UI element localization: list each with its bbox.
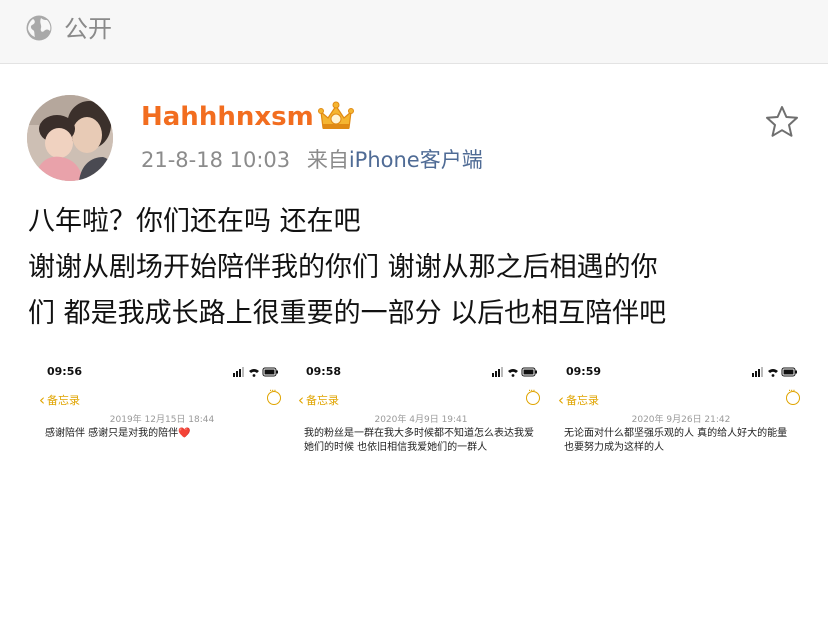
avatar-image bbox=[27, 95, 113, 181]
source-prefix: 来自 bbox=[306, 148, 349, 172]
star-icon[interactable] bbox=[764, 104, 800, 140]
chevron-left-icon: ‹ bbox=[558, 391, 564, 409]
attached-image[interactable]: 09:58 ‹备忘录 2020年 4月9日 19:41 我的粉丝是一群在我大多时… bbox=[292, 358, 550, 638]
visibility-label: 公开 bbox=[64, 15, 112, 43]
note-date: 2020年 4月9日 19:41 bbox=[374, 415, 468, 425]
notes-back-button[interactable]: ‹ 备忘录 bbox=[298, 391, 339, 409]
notes-back-button[interactable]: ‹ 备忘录 bbox=[558, 391, 599, 409]
post-date: 21-8-18 10:03 bbox=[141, 148, 291, 172]
post-text-line: 八年啦？你们还在吗 还在吧 bbox=[28, 206, 361, 237]
chevron-left-icon: ‹ bbox=[39, 391, 45, 409]
attached-image[interactable]: 09:56 ‹备忘录 2019年 12月15日 18:44 感谢陪伴 感谢只是对… bbox=[33, 358, 291, 638]
post-text-line: 谢谢从剧场开始陪伴我的你们 谢谢从那之后相遇的你 bbox=[28, 252, 658, 283]
status-time: 09:56 bbox=[47, 365, 83, 378]
more-icon[interactable] bbox=[786, 386, 800, 405]
chevron-left-icon: ‹ bbox=[298, 391, 304, 409]
username[interactable]: Hahhhnxsm bbox=[141, 100, 314, 134]
note-text: 无论面对什么都坚强乐观的人 真的给人好大的能量 也要努力成为这样的人 bbox=[564, 428, 788, 453]
attached-image[interactable]: 09:59 ‹备忘录 2020年 9月26日 21:42 无论面对什么都坚强乐观… bbox=[552, 358, 810, 638]
globe-icon bbox=[26, 15, 52, 41]
more-icon[interactable] bbox=[526, 386, 540, 405]
note-text: 感谢陪伴 感谢只是对我的陪伴❤️ bbox=[45, 428, 191, 439]
post-text-line: 们 都是我成长路上很重要的一部分 以后也相互陪伴吧 bbox=[28, 298, 667, 329]
source-link[interactable]: iPhone客户端 bbox=[349, 148, 483, 172]
avatar[interactable] bbox=[27, 95, 113, 181]
post-meta: 21-8-18 10:03 来自iPhone客户端 bbox=[141, 146, 483, 174]
heart-icon: ❤️ bbox=[178, 428, 191, 439]
status-time: 09:58 bbox=[306, 365, 342, 378]
more-icon[interactable] bbox=[267, 386, 281, 405]
status-time: 09:59 bbox=[566, 365, 602, 378]
status-icons bbox=[752, 367, 797, 377]
crown-icon bbox=[318, 101, 354, 129]
notes-back-button[interactable]: ‹ 备忘录 bbox=[39, 391, 80, 409]
note-date: 2019年 12月15日 18:44 bbox=[109, 415, 215, 425]
status-icons bbox=[492, 367, 537, 377]
status-icons bbox=[233, 367, 278, 377]
note-date: 2020年 9月26日 21:42 bbox=[631, 415, 731, 425]
visibility-bar: 公开 bbox=[0, 0, 828, 64]
note-text: 我的粉丝是一群在我大多时候都不知道怎么表达我爱她们的时候 也依旧相信我爱她们的一… bbox=[304, 428, 534, 453]
